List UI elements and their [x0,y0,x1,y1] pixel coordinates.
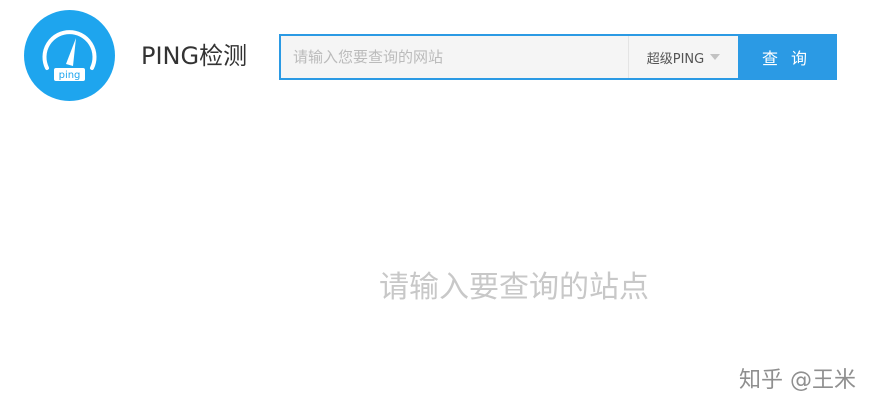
search-button[interactable]: 查 询 [738,36,835,78]
app-title: PING检测 [141,42,248,70]
ping-mode-select[interactable]: 超级PING [628,36,738,78]
search-bar: 超级PING 查 询 [279,34,837,80]
empty-state-hint: 请输入要查询的站点 [379,270,649,305]
speedometer-icon: ping [42,30,97,81]
ping-mode-label: 超级PING [646,51,705,67]
watermark: 知乎 @王米 [739,368,856,393]
search-input[interactable] [281,36,628,78]
logo-label: ping [59,70,81,81]
caret-down-icon [710,54,721,60]
app-logo: ping [24,10,115,101]
